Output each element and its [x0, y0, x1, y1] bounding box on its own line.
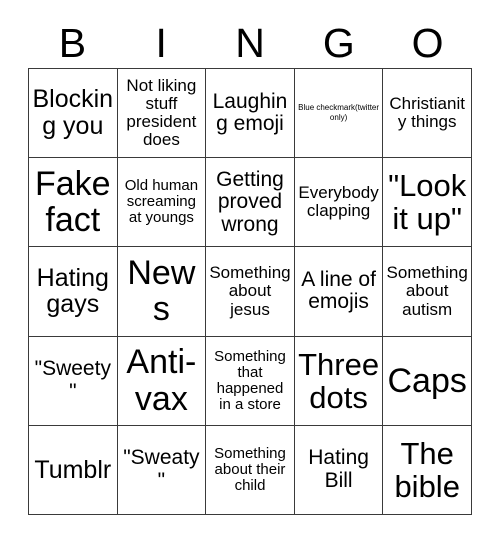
- bingo-cell-label: Old human screaming at youngs: [124, 177, 199, 227]
- bingo-cell-r4c4[interactable]: Three dots: [294, 336, 384, 426]
- bingo-cell-r3c5[interactable]: Something about autism: [383, 247, 472, 337]
- bingo-cell-r1c3[interactable]: Laughing emoji: [206, 69, 295, 159]
- bingo-cell-r4c3[interactable]: Something that happened in a store: [206, 336, 295, 426]
- bingo-header: BINGO: [28, 18, 472, 68]
- bingo-grid: Blocking you Not liking stuff president d…: [28, 68, 472, 515]
- bingo-cell-r5c2[interactable]: "Sweaty": [117, 425, 207, 515]
- bingo-cell-label: Something about autism: [386, 263, 468, 319]
- bingo-cell-label: Something about their child: [214, 444, 286, 494]
- bingo-cell-label: Anti-vax: [126, 343, 197, 418]
- bingo-cell-label: Not liking stuff president does: [126, 75, 197, 150]
- bingo-cell-label: Hating gays: [36, 263, 109, 319]
- bingo-cell-label: Fake fact: [35, 164, 111, 240]
- bingo-cell-r5c3[interactable]: Something about their child: [206, 425, 295, 515]
- bingo-cell-label: Laughing emoji: [212, 89, 288, 136]
- bingo-cell-r4c5[interactable]: Caps: [383, 336, 472, 426]
- bingo-cell-label: Christianity things: [389, 93, 465, 132]
- bingo-cell-r1c5[interactable]: Christianity things: [383, 69, 472, 159]
- bingo-cell-r4c2[interactable]: Anti-vax: [117, 336, 207, 426]
- bingo-header-letter-n: N: [235, 19, 265, 66]
- bingo-cell-r5c4[interactable]: Hating Bill: [294, 425, 384, 515]
- bingo-cell-r3c4[interactable]: A line of emojis: [294, 247, 384, 337]
- bingo-cell-r3c1[interactable]: Hating gays: [29, 247, 118, 337]
- bingo-cell-r2c2[interactable]: Old human screaming at youngs: [117, 158, 207, 248]
- bingo-cell-r2c5[interactable]: "Look it up": [383, 158, 472, 248]
- bingo-cell-label: "Look it up": [388, 168, 467, 237]
- bingo-cell-label: Everybody clapping: [298, 183, 379, 221]
- bingo-cell-r2c1[interactable]: Fake fact: [29, 158, 118, 248]
- bingo-cell-label: Tumblr: [34, 455, 112, 484]
- bingo-cell-label: Blocking you: [32, 85, 114, 141]
- bingo-cell-label: "Sweaty": [123, 446, 200, 492]
- bingo-cell-label: Three dots: [298, 346, 380, 415]
- bingo-header-letter-b: B: [58, 19, 87, 66]
- bingo-cell-r1c1[interactable]: Blocking you: [29, 69, 118, 159]
- bingo-cell-label: Getting proved wrong: [216, 167, 284, 236]
- bingo-cell-r3c2[interactable]: News: [117, 247, 207, 337]
- bingo-cell-r4c1[interactable]: "Sweety": [29, 336, 118, 426]
- bingo-cell-r2c3[interactable]: Getting proved wrong: [206, 158, 295, 248]
- bingo-cell-label: "Sweety": [34, 357, 111, 403]
- bingo-cell-label: A line of emojis: [301, 268, 376, 314]
- bingo-cell-r5c5[interactable]: The bible: [383, 425, 472, 515]
- bingo-cell-label: Something that happened in a store: [214, 347, 286, 413]
- bingo-cell-label: Something about jesus: [209, 263, 291, 319]
- bingo-header-letter-o: O: [411, 19, 444, 66]
- bingo-cell-r2c4[interactable]: Everybody clapping: [294, 158, 384, 248]
- bingo-cell-label: Hating Bill: [308, 446, 369, 492]
- bingo-cell-label: The bible: [394, 435, 460, 504]
- bingo-card: B I N G O Blocking you Not liking stuff presi…: [0, 0, 500, 544]
- bingo-cell-r1c4[interactable]: Blue checkmark(twitter only): [294, 69, 384, 159]
- bingo-header-letter-i: I: [155, 19, 167, 66]
- bingo-header-letter-g: G: [322, 19, 355, 66]
- bingo-cell-label: News: [127, 254, 196, 329]
- bingo-cell-label: Blue checkmark(twitter only): [298, 103, 380, 123]
- bingo-cell-label: Caps: [387, 361, 467, 400]
- bingo-cell-r3c3[interactable]: Something about jesus: [206, 247, 295, 337]
- bingo-cell-r5c1[interactable]: Tumblr: [29, 425, 118, 515]
- bingo-cell-r1c2[interactable]: Not liking stuff president does: [117, 69, 207, 159]
